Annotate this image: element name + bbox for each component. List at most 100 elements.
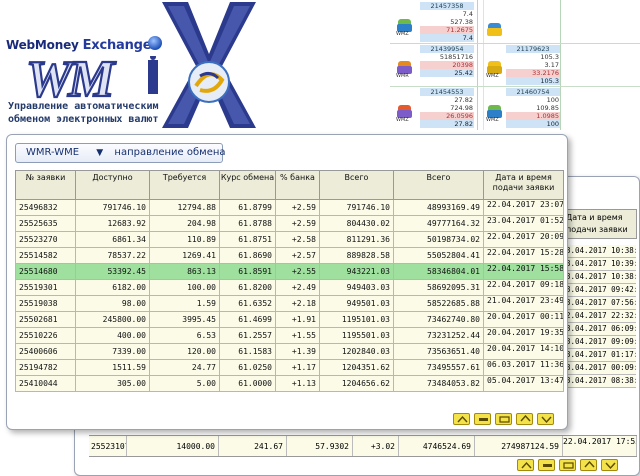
order-datetime: 22.04.2017 17:55:04 — [563, 436, 637, 456]
available-amount: 53392.45 — [75, 263, 150, 280]
available-amount: 7339.00 — [75, 343, 150, 360]
column-header-available[interactable]: Доступно — [75, 170, 150, 200]
table-row[interactable]: 25502681 245800.00 3995.45 61.4699 +1.91 1195… — [15, 311, 564, 328]
table-row[interactable]: 25194782 1511.59 24.77 61.0250 +1.17 1204351.… — [15, 359, 564, 376]
banner-subtitle: Управление автоматическим обменом электр… — [8, 100, 258, 126]
rate-id[interactable]: 21179623 — [506, 45, 560, 53]
bank-percent: +1.55 — [275, 327, 320, 344]
rate-cell[interactable]: 21460754 100 109.85 1.0985 100 — [506, 88, 560, 128]
rate-id[interactable]: 21460754 — [506, 88, 560, 96]
prev-page-button[interactable] — [474, 413, 491, 425]
table-row[interactable]: 25510226 400.00 6.53 61.2557 +1.55 1195501.03… — [15, 327, 564, 344]
next-page-icon — [520, 415, 531, 422]
last-page-button[interactable] — [537, 413, 554, 425]
back-pagination — [517, 459, 618, 471]
dropdown-arrow-icon: ▼ — [96, 148, 104, 158]
order-id: 25525635 — [15, 215, 76, 232]
first-page-button[interactable] — [453, 413, 470, 425]
rate-id[interactable]: 21439954 — [420, 45, 474, 53]
order-id: 25514582 — [15, 247, 76, 264]
required-amount: 5.00 — [149, 375, 220, 392]
rate-ratio: 71.2675 — [420, 26, 474, 34]
rates-divider — [560, 0, 561, 130]
page-icon — [563, 462, 574, 469]
order-datetime: 20.04.2017 14:10:09 — [483, 343, 564, 360]
rate-ratio: 1.0985 — [506, 112, 560, 120]
table-row[interactable]: 25523270 6861.34 110.89 61.8751 +2.58 811291.… — [15, 231, 564, 248]
rates-divider — [483, 0, 484, 130]
column-header-order-id[interactable]: № заявки — [15, 170, 76, 200]
page-button[interactable] — [559, 459, 576, 471]
page-button[interactable] — [495, 413, 512, 425]
rate-cell[interactable]: 21457358 7.4 527.38 71.2675 7.4 — [420, 2, 474, 42]
exchange-rate: 61.2557 — [219, 327, 276, 344]
next-page-button[interactable] — [516, 413, 533, 425]
wallet-icon: WMZ — [396, 104, 414, 124]
back-date-cell: 3.04.2017 09:42:27 — [564, 284, 636, 297]
bank-percent: +2.49 — [275, 279, 320, 296]
table-row[interactable]: 25410044 305.00 5.00 61.0000 +1.13 1204656.62… — [15, 375, 564, 392]
rate-id[interactable]: 21457358 — [420, 2, 474, 10]
rate-value: 109.85 — [536, 104, 559, 112]
exchange-rate: 61.0250 — [219, 359, 276, 376]
table-row[interactable]: 25400606 7339.00 120.00 61.1583 +1.39 1202840… — [15, 343, 564, 360]
webmoney-exchanger-banner[interactable]: WebMoney Exchanger WM Управление автомат… — [0, 0, 258, 128]
required-amount: 24.77 — [149, 359, 220, 376]
column-header-total-available[interactable]: Всего — [319, 170, 394, 200]
exchange-rate: 61.8799 — [219, 199, 276, 216]
rate-cell[interactable]: 21179623 105.3 3.17 33.2176 105.3 — [506, 45, 560, 85]
column-header-rate[interactable]: Курс обмена — [219, 170, 276, 200]
order-datetime: 05.04.2017 13:47:40 — [483, 375, 564, 392]
rate-base: 25.42 — [420, 69, 474, 77]
bank-percent: +2.18 — [275, 295, 320, 312]
total-available: 949501.03 — [319, 295, 394, 312]
prev-page-button[interactable] — [538, 459, 555, 471]
total-available: 791746.10 — [319, 199, 394, 216]
rate-value: 51851716 — [439, 53, 473, 61]
column-header-bank-percent[interactable]: % банка — [275, 170, 320, 200]
total-required: 58522685.88 — [393, 295, 484, 312]
total-required: 50198734.02 — [393, 231, 484, 248]
table-row[interactable]: 25519301 6182.00 100.00 61.8200 +2.49 949403.… — [15, 279, 564, 296]
rate-value: 3.17 — [544, 61, 559, 69]
table-row[interactable]: 25525635 12683.92 204.98 61.8788 +2.59 804430… — [15, 215, 564, 232]
exchange-direction-select[interactable]: WMR-WME ▼ направление обмена — [15, 143, 226, 163]
rate-value: 527.38 — [450, 18, 473, 26]
order-id: 25502681 — [15, 311, 76, 328]
wallet-icon: WMR — [396, 60, 414, 80]
first-page-button[interactable] — [517, 459, 534, 471]
back-date-cell: 3.04.2017 10:38:02 — [564, 245, 636, 258]
table-row[interactable]: 25519038 98.00 1.59 61.6352 +2.18 949501.03 58… — [15, 295, 564, 312]
required-amount: 1269.41 — [149, 247, 220, 264]
table-row[interactable]: 25514582 78537.22 1269.41 61.8690 +2.57 88982… — [15, 247, 564, 264]
required-amount: 863.13 — [149, 263, 220, 280]
available-amount: 245800.00 — [75, 311, 150, 328]
direction-pair: WMR-WME — [26, 147, 80, 158]
orders-table-body: 25496832 791746.10 12794.88 61.8799 +2.59 791… — [15, 199, 564, 392]
order-id: 25496832 — [15, 199, 76, 216]
orders-table: № заявки Доступно Требуется Курс обмена … — [15, 170, 564, 392]
back-date-cell: 3.04.2017 01:17:27 — [564, 349, 636, 362]
rate-cell[interactable]: 21454553 27.82 724.98 26.0596 27.82 — [420, 88, 474, 128]
table-row[interactable]: 25514680 53392.45 863.13 61.8591 +2.55 943221… — [15, 263, 564, 280]
rate-base: 27.82 — [420, 120, 474, 128]
table-row[interactable]: 25496832 791746.10 12794.88 61.8799 +2.59 791… — [15, 199, 564, 216]
rate-cell[interactable]: 21439954 51851716 20398 25.42 — [420, 45, 474, 77]
column-header-date[interactable]: Дата и время подачи заявки — [483, 170, 564, 200]
brand-text: WebMoney — [6, 38, 79, 52]
back-date-cell: 3.04.2017 10:38:15 — [564, 271, 636, 284]
total-available: 804430.02 — [319, 215, 394, 232]
available-amount: 1511.59 — [75, 359, 150, 376]
next-page-button[interactable] — [580, 459, 597, 471]
column-header-required[interactable]: Требуется — [149, 170, 220, 200]
total-required: 73563651.40 — [393, 343, 484, 360]
order-id: 25523270 — [15, 231, 76, 248]
available-amount: 98.00 — [75, 295, 150, 312]
last-page-button[interactable] — [601, 459, 618, 471]
column-header-total-required[interactable]: Всего — [393, 170, 484, 200]
rate-id[interactable]: 21454553 — [420, 88, 474, 96]
exchange-rate: 61.0000 — [219, 375, 276, 392]
available-amount: 78537.22 — [75, 247, 150, 264]
table-row[interactable]: 25523107 14000.00 241.67 57.9302 +3.02 4… — [89, 435, 637, 457]
required-amount: 12794.88 — [149, 199, 220, 216]
